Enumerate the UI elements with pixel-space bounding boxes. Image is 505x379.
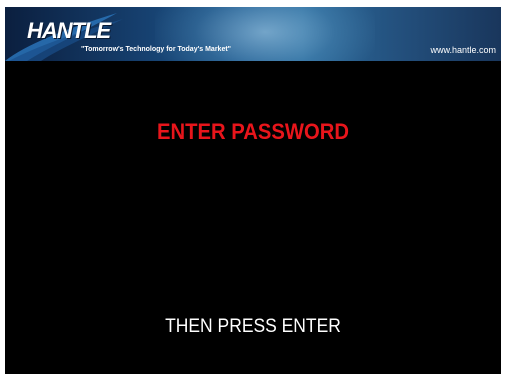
tagline: "Tomorrow's Technology for Today's Marke… bbox=[81, 46, 231, 53]
then-press-enter-prompt: THEN PRESS ENTER bbox=[165, 316, 341, 337]
website-url: www.hantle.com bbox=[430, 45, 496, 55]
atm-screen: HANTLE "Tomorrow's Technology for Today'… bbox=[5, 7, 501, 374]
hantle-logo: HANTLE bbox=[27, 18, 111, 43]
header-banner: HANTLE "Tomorrow's Technology for Today'… bbox=[5, 7, 501, 61]
enter-password-prompt: ENTER PASSWORD bbox=[157, 119, 349, 144]
